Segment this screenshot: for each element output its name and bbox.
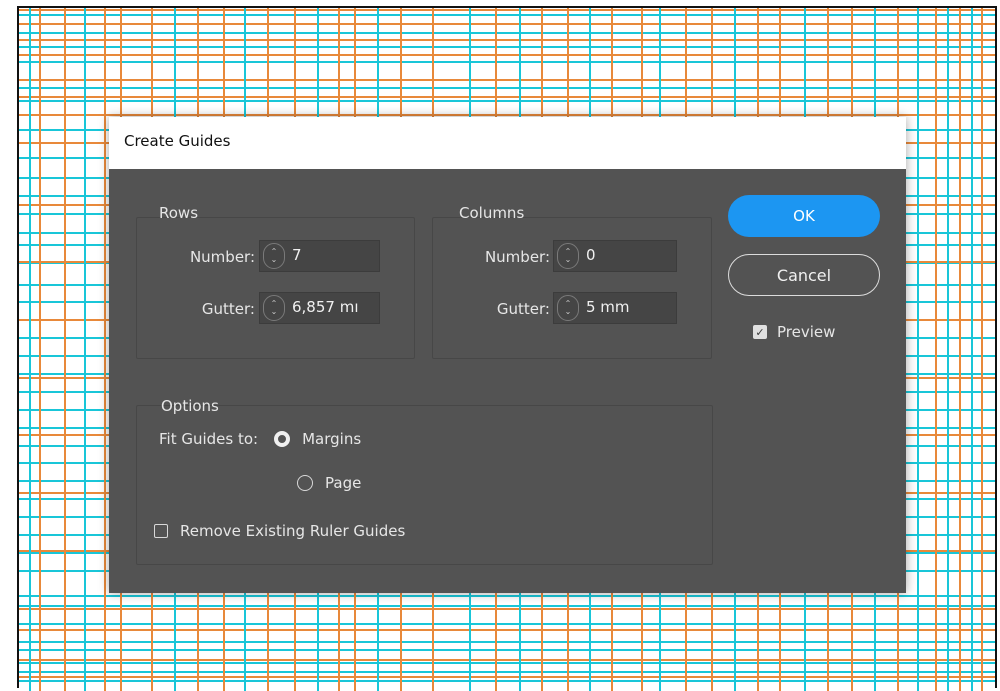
fit-guides-label: Fit Guides to: [159, 430, 259, 448]
rows-gutter-field[interactable]: ⌃ ⌄ 6,857 mı [259, 292, 380, 324]
columns-title: Columns [459, 204, 525, 222]
rows-number-stepper[interactable]: ⌃ ⌄ [263, 243, 285, 269]
page-radio[interactable] [297, 475, 313, 491]
margins-label[interactable]: Margins [302, 430, 361, 448]
rows-number-label: Number: [189, 248, 255, 266]
remove-guides-label[interactable]: Remove Existing Ruler Guides [180, 522, 405, 540]
columns-number-stepper[interactable]: ⌃ ⌄ [557, 243, 579, 269]
dialog-title: Create Guides [124, 132, 231, 150]
columns-number-field[interactable]: ⌃ ⌄ 0 [553, 240, 677, 272]
options-group [136, 405, 713, 565]
fit-guides-row: Fit Guides to: Margins [159, 430, 361, 448]
columns-gutter-field[interactable]: ⌃ ⌄ 5 mm [553, 292, 677, 324]
checkmark-icon[interactable]: ✓ [753, 325, 767, 339]
page-row: Page [297, 474, 361, 492]
page-label[interactable]: Page [325, 474, 361, 492]
columns-number-label: Number: [484, 248, 550, 266]
columns-gutter-label: Gutter: [496, 300, 550, 318]
rows-gutter-label: Gutter: [201, 300, 255, 318]
rows-number-field[interactable]: ⌃ ⌄ 7 [259, 240, 380, 272]
rows-gutter-value[interactable]: 6,857 mı [292, 298, 375, 316]
columns-group [432, 217, 712, 359]
margins-radio[interactable] [274, 431, 291, 447]
create-guides-dialog: Create Guides Rows Number: ⌃ ⌄ 7 Gutter: … [109, 117, 906, 593]
options-title: Options [161, 397, 219, 415]
remove-guides-checkbox[interactable] [154, 524, 168, 538]
columns-gutter-stepper[interactable]: ⌃ ⌄ [557, 295, 579, 321]
cancel-button[interactable]: Cancel [728, 254, 880, 296]
dialog-titlebar: Create Guides [109, 117, 906, 169]
preview-label: Preview [777, 323, 836, 341]
rows-gutter-stepper[interactable]: ⌃ ⌄ [263, 295, 285, 321]
rows-title: Rows [159, 204, 199, 222]
columns-number-value[interactable]: 0 [586, 246, 672, 264]
preview-checkbox[interactable]: ✓ Preview [753, 323, 835, 341]
ok-button[interactable]: OK [728, 195, 880, 237]
rows-number-value[interactable]: 7 [292, 246, 375, 264]
remove-guides-row[interactable]: Remove Existing Ruler Guides [154, 522, 405, 540]
rows-group [136, 217, 415, 359]
columns-gutter-value[interactable]: 5 mm [586, 298, 672, 316]
